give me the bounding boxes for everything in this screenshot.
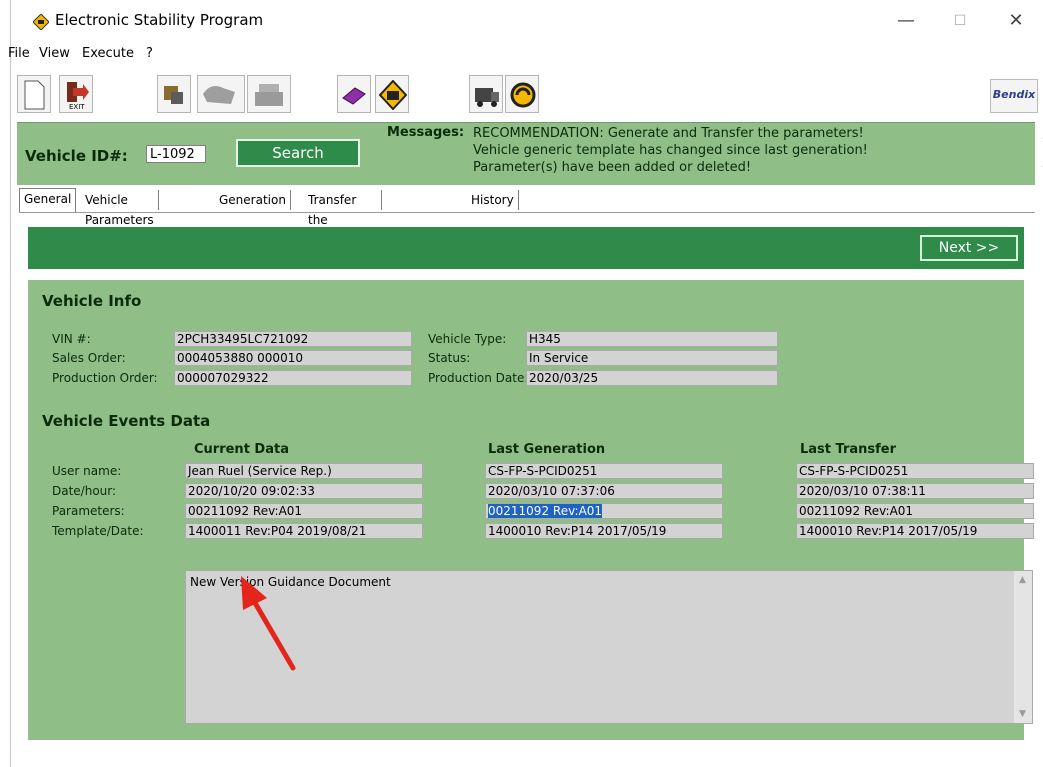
next-button[interactable]: Next >> xyxy=(920,235,1018,261)
current-date-field[interactable]: 2020/10/20 09:02:33 xyxy=(185,483,423,499)
sales-order-label: Sales Order: xyxy=(52,351,126,365)
vehicle-parts-icon xyxy=(164,86,183,104)
exit-button[interactable]: EXIT xyxy=(59,75,93,113)
column-header-current: Current Data xyxy=(194,442,289,457)
tab-vehicle-parameters[interactable]: Vehicle Parameters xyxy=(81,190,159,227)
vehicle-events-title: Vehicle Events Data xyxy=(42,412,211,430)
production-order-label: Production Order: xyxy=(52,371,158,385)
message-line: RECOMMENDATION: Generate and Transfer th… xyxy=(473,126,864,141)
refresh-icon xyxy=(510,82,536,108)
close-button[interactable]: ✕ xyxy=(993,6,1039,38)
vehicle-type-label: Vehicle Type: xyxy=(428,332,507,346)
generation-date-field[interactable]: 2020/03/10 07:37:06 xyxy=(485,483,723,499)
tab-general[interactable]: General xyxy=(19,188,77,213)
toolbar: EXIT Bendix xyxy=(11,73,1043,117)
vin-field[interactable]: 2PCH33495LC721092 xyxy=(174,331,412,347)
new-document-icon xyxy=(24,80,45,110)
disabled-printer-icon xyxy=(255,84,283,106)
notes-scrollbar[interactable]: ▲ ▼ xyxy=(1014,571,1032,723)
new-document-button[interactable] xyxy=(17,75,51,113)
vehicle-type-field[interactable]: H345 xyxy=(526,331,778,347)
transfer-parameters-field[interactable]: 00211092 Rev:A01 xyxy=(796,503,1034,519)
status-field[interactable]: In Service xyxy=(526,350,778,366)
menu-execute[interactable]: Execute xyxy=(82,46,134,61)
generation-template-field[interactable]: 1400010 Rev:P14 2017/05/19 xyxy=(485,523,723,539)
row-label-parameters: Parameters: xyxy=(52,504,125,518)
esp-button[interactable] xyxy=(375,75,409,113)
truck-icon xyxy=(475,88,499,107)
truck-button[interactable] xyxy=(469,75,503,113)
messages-list: RECOMMENDATION: Generate and Transfer th… xyxy=(473,125,868,176)
search-button[interactable]: Search xyxy=(236,139,360,167)
generation-parameters-field[interactable]: 00211092 Rev:A01 xyxy=(485,503,723,519)
transfer-user-field[interactable]: CS-FP-S-PCID0251 xyxy=(796,463,1034,479)
column-header-last-transfer: Last Transfer xyxy=(800,442,897,457)
bendix-logo: Bendix xyxy=(990,79,1038,113)
esp-app-icon xyxy=(33,14,49,30)
vehicle-id-bar: Vehicle ID#: L-1092 Search Messages: REC… xyxy=(17,122,1043,185)
current-user-field[interactable]: Jean Ruel (Service Rep.) xyxy=(185,463,423,479)
message-line: Vehicle generic template has changed sin… xyxy=(473,143,868,158)
messages-label: Messages: xyxy=(387,125,465,140)
transfer-template-field[interactable]: 1400010 Rev:P14 2017/05/19 xyxy=(796,523,1034,539)
refresh-button[interactable] xyxy=(505,75,539,113)
exit-icon: EXIT xyxy=(67,82,89,110)
page-header-bar: Next >> xyxy=(28,227,1024,269)
vin-label: VIN #: xyxy=(52,332,91,346)
book-icon xyxy=(342,87,366,105)
column-header-last-generation: Last Generation xyxy=(488,442,606,457)
maximize-button[interactable]: ☐ xyxy=(937,6,983,38)
current-parameters-field[interactable]: 00211092 Rev:A01 xyxy=(185,503,423,519)
disabled-truck-icon xyxy=(203,86,235,104)
row-label-date: Date/hour: xyxy=(52,484,117,498)
app-window: Electronic Stability Program — ☐ ✕ File … xyxy=(8,0,1043,767)
chevron-up-icon[interactable]: ▲ xyxy=(1019,575,1026,585)
tab-generation[interactable]: Generation xyxy=(215,190,291,210)
sales-order-field[interactable]: 0004053880 000010 xyxy=(174,350,412,366)
production-order-field[interactable]: 000007029322 xyxy=(174,370,412,386)
transfer-date-field[interactable]: 2020/03/10 07:38:11 xyxy=(796,483,1034,499)
general-panel: Vehicle Info VIN #: 2PCH33495LC721092 Sa… xyxy=(28,280,1034,740)
menu-bar: File View Execute ? xyxy=(8,44,1043,66)
row-label-template: Template/Date: xyxy=(52,524,144,538)
vehicle-info-title: Vehicle Info xyxy=(42,292,142,310)
vehicle-parts-button[interactable] xyxy=(157,75,191,113)
tab-transfer-parameters[interactable]: Transfer the Parameters xyxy=(304,190,382,247)
vehicle-id-input[interactable]: L-1092 xyxy=(146,145,206,163)
menu-file[interactable]: File xyxy=(8,46,30,61)
chevron-down-icon[interactable]: ▼ xyxy=(1019,709,1026,719)
window-title: Electronic Stability Program xyxy=(55,11,264,29)
tab-history[interactable]: History xyxy=(467,190,519,210)
disabled-truck-button[interactable] xyxy=(197,75,245,113)
message-line: Parameter(s) have been added or deleted! xyxy=(473,160,752,175)
manual-button[interactable] xyxy=(337,75,371,113)
svg-text:EXIT: EXIT xyxy=(69,103,85,110)
vehicle-id-label: Vehicle ID#: xyxy=(25,147,128,165)
current-template-field[interactable]: 1400011 Rev:P04 2019/08/21 xyxy=(185,523,423,539)
production-date-field[interactable]: 2020/03/25 xyxy=(526,370,778,386)
disabled-printer-button[interactable] xyxy=(247,75,291,113)
status-label: Status: xyxy=(428,351,471,365)
production-date-label: Production Date: xyxy=(428,371,529,385)
selected-text: 00211092 Rev:A01 xyxy=(488,504,603,518)
red-arrow-annotation xyxy=(241,576,296,671)
menu-view[interactable]: View xyxy=(39,46,70,61)
minimize-button[interactable]: — xyxy=(883,6,929,38)
tab-divider xyxy=(19,212,1035,213)
row-label-user: User name: xyxy=(52,464,122,478)
generation-user-field[interactable]: CS-FP-S-PCID0251 xyxy=(485,463,723,479)
menu-help[interactable]: ? xyxy=(146,46,153,61)
title-bar[interactable]: Electronic Stability Program — ☐ ✕ xyxy=(11,0,1043,40)
esp-logo-icon xyxy=(379,80,407,110)
